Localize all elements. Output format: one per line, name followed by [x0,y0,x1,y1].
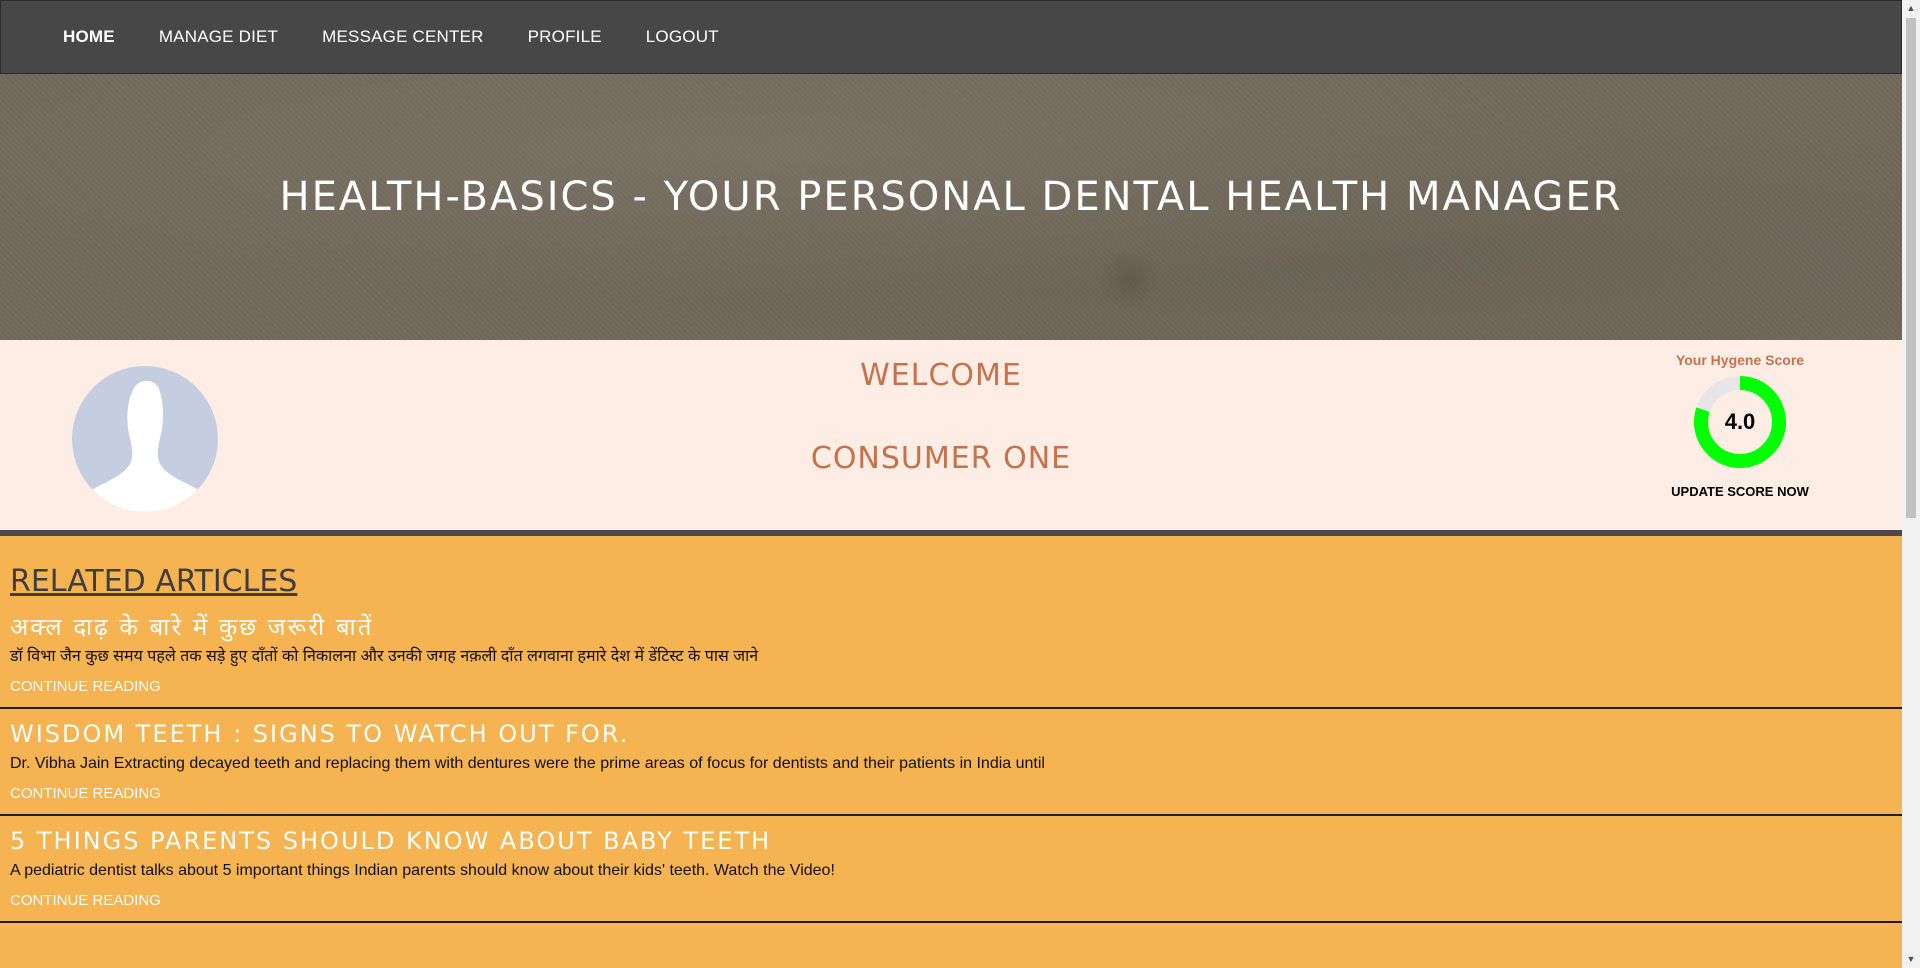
article-title: अक्ल दाढ़ के बारे में कुछ जरूरी बातें [10,613,374,641]
article-title: 5 THINGS PARENTS SHOULD KNOW ABOUT BABY … [10,827,772,855]
scroll-up-icon[interactable]: ▲ [1902,0,1920,17]
nav-message-center[interactable]: MESSAGE CENTER [316,21,490,53]
welcome-panel: WELCOME CONSUMER ONE Your Hygene Score 4… [0,340,1902,536]
articles-heading: RELATED ARTICLES [10,564,298,599]
page: HOME MANAGE DIET MESSAGE CENTER PROFILE … [0,0,1902,968]
top-nav: HOME MANAGE DIET MESSAGE CENTER PROFILE … [0,0,1902,74]
scroll-down-icon[interactable]: ▼ [1902,951,1920,968]
hero-banner: HEALTH-BASICS - YOUR PERSONAL DENTAL HEA… [0,74,1902,340]
article-item: 5 THINGS PARENTS SHOULD KNOW ABOUT BABY … [0,816,1902,923]
article-item: WISDOM TEETH : SIGNS TO WATCH OUT FOR. D… [0,709,1902,816]
continue-reading-link[interactable]: CONTINUE READING [10,892,161,909]
continue-reading-link[interactable]: CONTINUE READING [10,678,161,695]
score-gauge: 4.0 [1692,374,1788,470]
nav-home[interactable]: HOME [57,21,121,53]
hero-title: HEALTH-BASICS - YOUR PERSONAL DENTAL HEA… [279,174,1623,220]
score-label: Your Hygene Score [1675,352,1805,368]
scrollbar-thumb[interactable] [1906,18,1916,518]
continue-reading-link[interactable]: CONTINUE READING [10,785,161,802]
article-item: अक्ल दाढ़ के बारे में कुछ जरूरी बातें डॉ… [0,602,1902,709]
related-articles: RELATED ARTICLES अक्ल दाढ़ के बारे में क… [0,536,1902,923]
hygiene-score-widget: Your Hygene Score 4.0 UPDATE SCORE NOW [1660,352,1820,499]
welcome-title: WELCOME [860,358,1022,393]
article-title: WISDOM TEETH : SIGNS TO WATCH OUT FOR. [10,720,630,748]
nav-manage-diet[interactable]: MANAGE DIET [153,21,284,53]
nav-logout[interactable]: LOGOUT [640,21,725,53]
vertical-scrollbar[interactable]: ▲ ▼ [1902,0,1920,968]
article-excerpt: Dr. Vibha Jain Extracting decayed teeth … [10,755,1045,772]
article-excerpt: A pediatric dentist talks about 5 import… [10,862,835,879]
nav-profile[interactable]: PROFILE [522,21,608,53]
user-name: CONSUMER ONE [810,441,1072,476]
update-score-link[interactable]: UPDATE SCORE NOW [1660,484,1820,499]
score-value: 4.0 [1724,409,1756,434]
article-excerpt: डॉ विभा जैन कुछ समय पहले तक सड़े हुए दाँ… [10,648,759,665]
